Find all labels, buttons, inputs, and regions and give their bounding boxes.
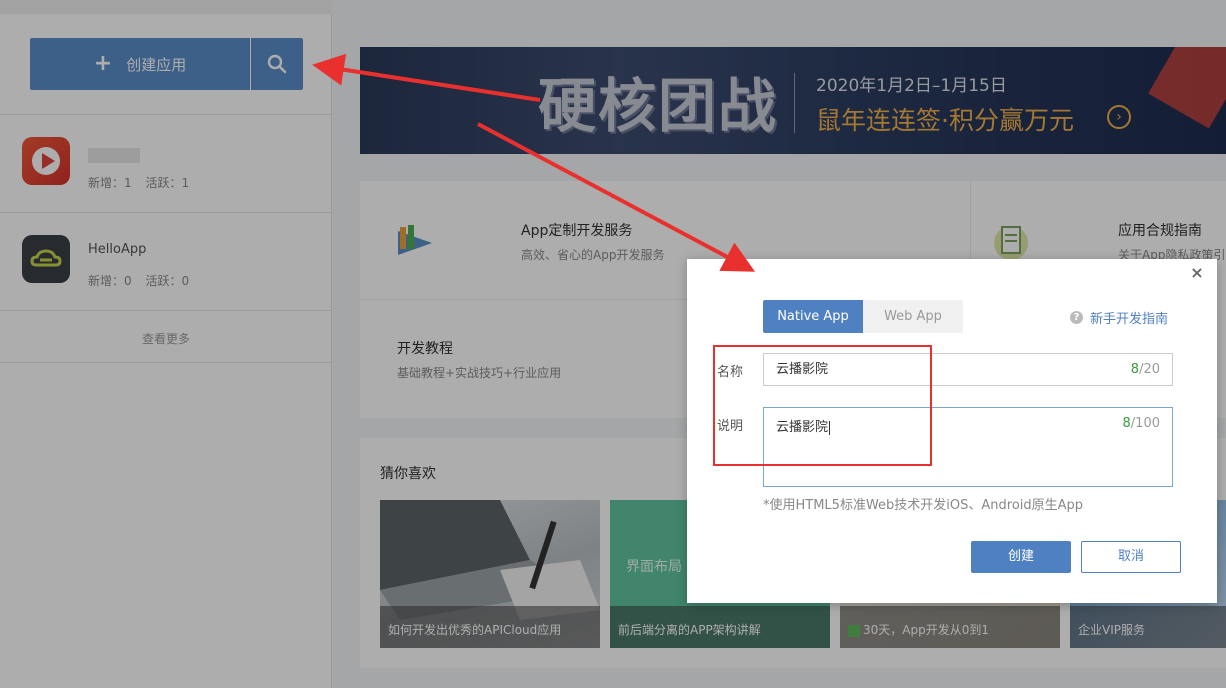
arrow-to-search bbox=[312, 53, 541, 102]
arrow-to-dialog bbox=[477, 122, 756, 272]
annotation-arrows bbox=[312, 53, 756, 272]
